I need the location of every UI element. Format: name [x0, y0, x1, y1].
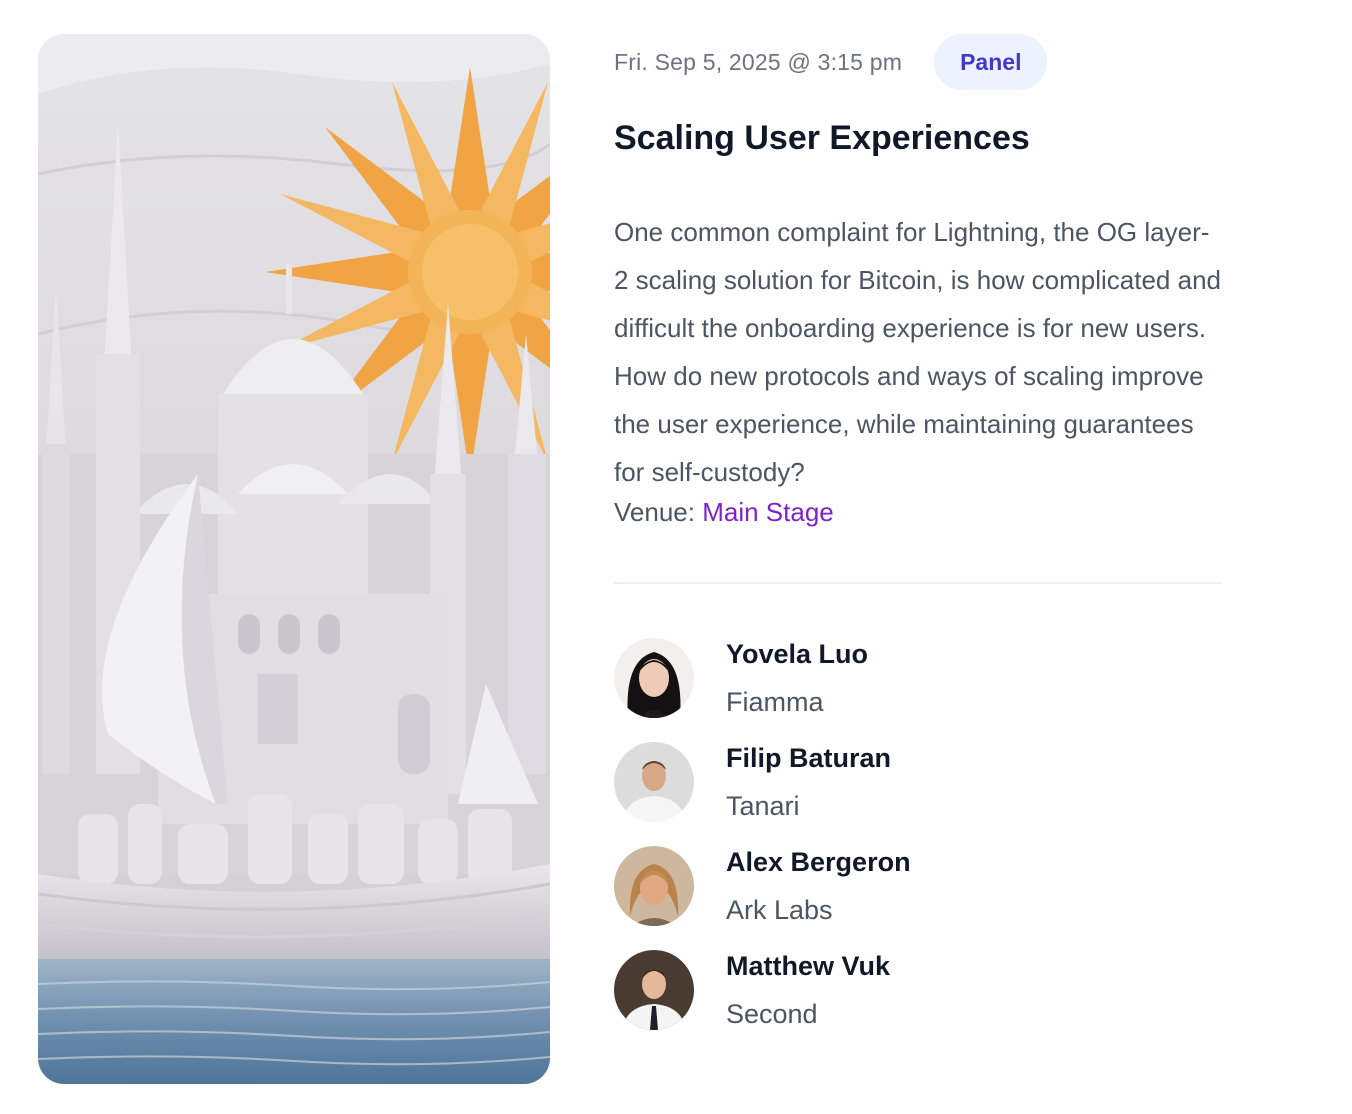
- event-datetime: Fri. Sep 5, 2025 @ 3:15 pm: [614, 48, 903, 75]
- paper-city-illustration: [38, 34, 550, 1084]
- speaker-name: Filip Baturan: [726, 743, 892, 773]
- avatar: [614, 950, 694, 1030]
- speaker-name: Matthew Vuk: [726, 951, 891, 981]
- avatar: [614, 846, 694, 926]
- speaker-photo-icon: [614, 638, 694, 718]
- speaker-item[interactable]: Yovela Luo Fiamma: [614, 638, 1222, 742]
- avatar: [614, 638, 694, 718]
- event-hero-image: [38, 34, 550, 1084]
- speaker-org: Tanari: [726, 791, 800, 821]
- speaker-list: Yovela Luo Fiamma Filip Baturan Tanari A…: [614, 638, 1222, 1054]
- speaker-item[interactable]: Matthew Vuk Second: [614, 950, 1222, 1054]
- event-description: One common complaint for Lightning, the …: [614, 217, 1221, 487]
- speaker-org: Ark Labs: [726, 895, 833, 925]
- speaker-photo-icon: [614, 742, 694, 822]
- speaker-photo-icon: [614, 846, 694, 926]
- event-title: Scaling User Experiences: [614, 119, 1030, 157]
- speaker-item[interactable]: Alex Bergeron Ark Labs: [614, 846, 1222, 950]
- avatar: [614, 742, 694, 822]
- speaker-org: Fiamma: [726, 687, 824, 717]
- speaker-item[interactable]: Filip Baturan Tanari: [614, 742, 1222, 846]
- section-divider: [614, 582, 1222, 584]
- event-venue: Venue: Main Stage: [614, 492, 1222, 532]
- speaker-name: Alex Bergeron: [726, 847, 911, 877]
- event-type-badge[interactable]: Panel: [934, 34, 1048, 90]
- event-details: Fri. Sep 5, 2025 @ 3:15 pm Panel Scaling…: [614, 34, 1222, 1054]
- venue-label: Venue:: [614, 497, 695, 527]
- venue-link[interactable]: Main Stage: [702, 497, 834, 527]
- speaker-org: Second: [726, 999, 818, 1029]
- event-meta-row: Fri. Sep 5, 2025 @ 3:15 pm Panel: [614, 34, 1222, 90]
- speaker-photo-icon: [614, 950, 694, 1030]
- speaker-name: Yovela Luo: [726, 639, 869, 669]
